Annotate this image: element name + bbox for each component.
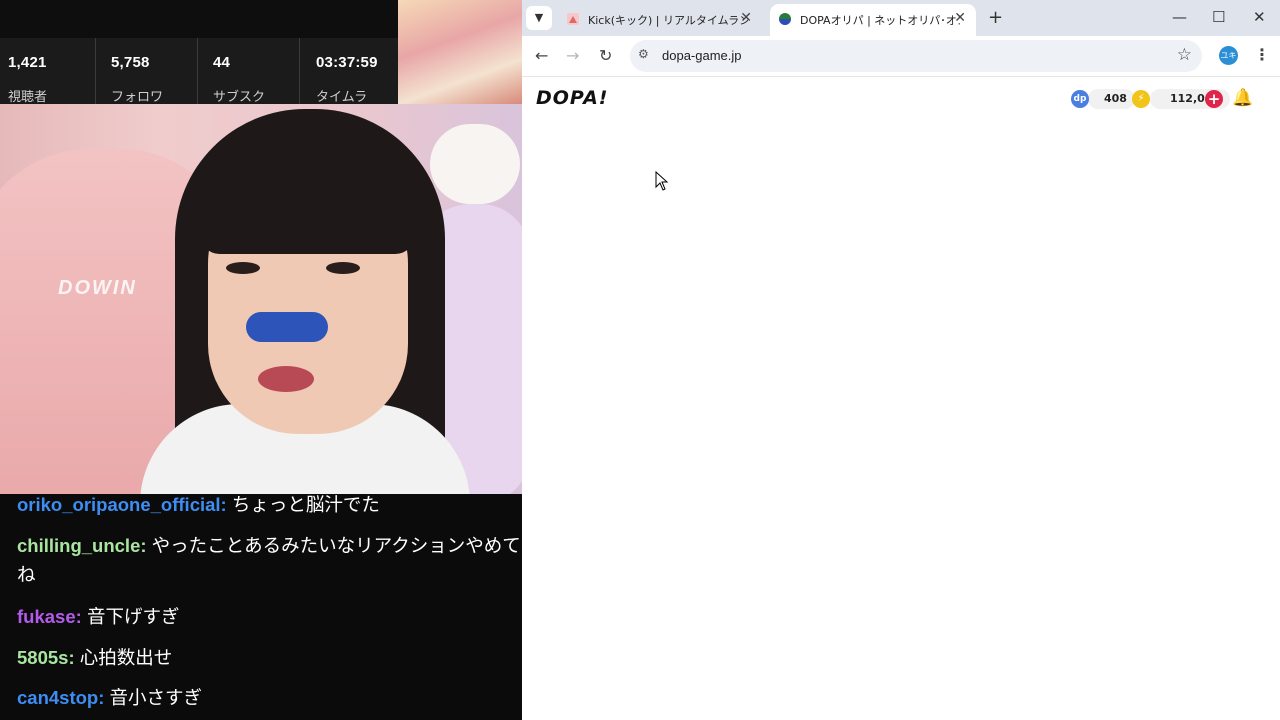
kick-favicon-icon	[567, 13, 579, 25]
back-arrow-icon[interactable]: ←	[535, 46, 548, 65]
add-coins-button[interactable]: +	[1205, 90, 1223, 108]
chat-message: fukase: 音下げすぎ	[17, 606, 180, 628]
stat-viewers: 1,421 視聴者	[0, 38, 100, 105]
chat-text: 心拍数出せ	[79, 648, 173, 669]
chat-username[interactable]: can4stop	[17, 687, 98, 708]
chat-panel: oriko_oripaone_official: ちょっと脳汁でた chilli…	[0, 494, 522, 720]
maximize-icon[interactable]: ☐	[1212, 8, 1225, 26]
tab-search-button[interactable]: ▼	[526, 6, 552, 30]
stat-value: 1,421	[8, 54, 47, 71]
address-bar[interactable]: ⚙ dopa-game.jp ☆	[630, 40, 1202, 72]
bookmark-star-icon[interactable]: ☆	[1177, 45, 1192, 65]
stat-value: 44	[213, 54, 231, 71]
browser-window: ▼ Kick(キック) | リアルタイムランキング ✕ DOPAオリパ | ネッ…	[522, 0, 1280, 720]
stat-label: タイムラ	[316, 90, 368, 105]
tab-strip: ▼ Kick(キック) | リアルタイムランキング ✕ DOPAオリパ | ネッ…	[522, 0, 1280, 36]
dp-points-badge[interactable]: 408	[1088, 89, 1135, 109]
chat-message: 5805s: 心拍数出せ	[17, 647, 173, 669]
chat-username[interactable]: chilling_uncle	[17, 535, 140, 556]
stat-subscribers: 44 サブスク	[205, 38, 305, 105]
dp-icon: dp	[1071, 90, 1089, 108]
stat-divider	[197, 38, 198, 104]
chat-username[interactable]: 5805s	[17, 647, 68, 668]
tab-dopa[interactable]: DOPAオリパ | ネットオリパ･オンライ ✕	[770, 4, 976, 36]
close-window-icon[interactable]: ✕	[1253, 8, 1266, 26]
stat-timer: 03:37:59 タイムラ	[308, 38, 408, 105]
webcam-feed: DOWIN	[0, 104, 522, 494]
chevron-down-icon: ▼	[534, 11, 544, 24]
stat-divider	[299, 38, 300, 104]
new-tab-button[interactable]: +	[988, 7, 1003, 28]
chat-message: can4stop: 音小さすぎ	[17, 687, 203, 709]
stats-header-bar	[0, 0, 400, 38]
dopa-favicon-icon	[779, 13, 791, 25]
stat-label: 視聴者	[8, 90, 48, 105]
left-eye	[226, 262, 260, 274]
reload-icon[interactable]: ↻	[599, 46, 612, 65]
chat-username[interactable]: oriko_oripaone_official	[17, 494, 221, 515]
chat-text: ちょっと脳汁でた	[231, 495, 380, 516]
tab-close-icon[interactable]: ✕	[740, 10, 752, 26]
minimize-icon[interactable]: —	[1172, 8, 1187, 26]
profile-avatar[interactable]: ユキ	[1219, 46, 1238, 65]
stat-value: 5,758	[111, 54, 150, 71]
tab-close-icon[interactable]: ✕	[954, 10, 966, 26]
stat-value: 03:37:59	[316, 54, 378, 71]
url-text[interactable]: dopa-game.jp	[662, 48, 742, 63]
browser-menu-icon[interactable]: ⋮	[1254, 45, 1270, 64]
chat-text: 音小さすぎ	[109, 688, 203, 709]
site-logo[interactable]: DOPA!	[536, 87, 608, 109]
stat-label: フォロワ	[111, 90, 164, 105]
mouth	[258, 366, 314, 392]
chat-username[interactable]: fukase	[17, 606, 76, 627]
chat-message: oriko_oripaone_official: ちょっと脳汁でた	[17, 494, 380, 516]
stream-stats-panel: 1,421 視聴者 5,758 フォロワ 44 サブスク 03:37:59 タイ…	[0, 0, 400, 105]
plush-toy	[430, 124, 520, 204]
coin-icon: ⚡	[1132, 90, 1150, 108]
chair-logo: DOWIN	[58, 277, 137, 299]
dp-points-value: 408	[1104, 92, 1127, 105]
browser-toolbar: ← → ↻ ⚙ dopa-game.jp ☆ ユキ ⋮	[522, 36, 1280, 77]
stat-followers: 5,758 フォロワ	[103, 38, 203, 105]
nose-sticker	[246, 312, 328, 342]
wall-poster	[398, 0, 522, 104]
tab-title: Kick(キック) | リアルタイムランキング	[588, 14, 748, 27]
chat-message: chilling_uncle: やったことあるみたいなリアクションやめてね	[17, 535, 521, 586]
notification-bell-icon[interactable]: 🔔	[1232, 88, 1253, 108]
mouse-cursor-icon	[655, 171, 669, 191]
right-eye	[326, 262, 360, 274]
tab-title: DOPAオリパ | ネットオリパ･オンライ	[800, 14, 960, 27]
page-content: DOPA! 408 dp 112,049 ⚡ + 🔔	[522, 77, 1280, 720]
stat-divider	[95, 38, 96, 104]
forward-arrow-icon[interactable]: →	[566, 46, 579, 65]
tab-kick[interactable]: Kick(キック) | リアルタイムランキング ✕	[558, 4, 762, 36]
site-info-icon[interactable]: ⚙	[638, 47, 649, 61]
stat-label: サブスク	[213, 90, 266, 105]
chat-text: 音下げすぎ	[86, 607, 180, 628]
